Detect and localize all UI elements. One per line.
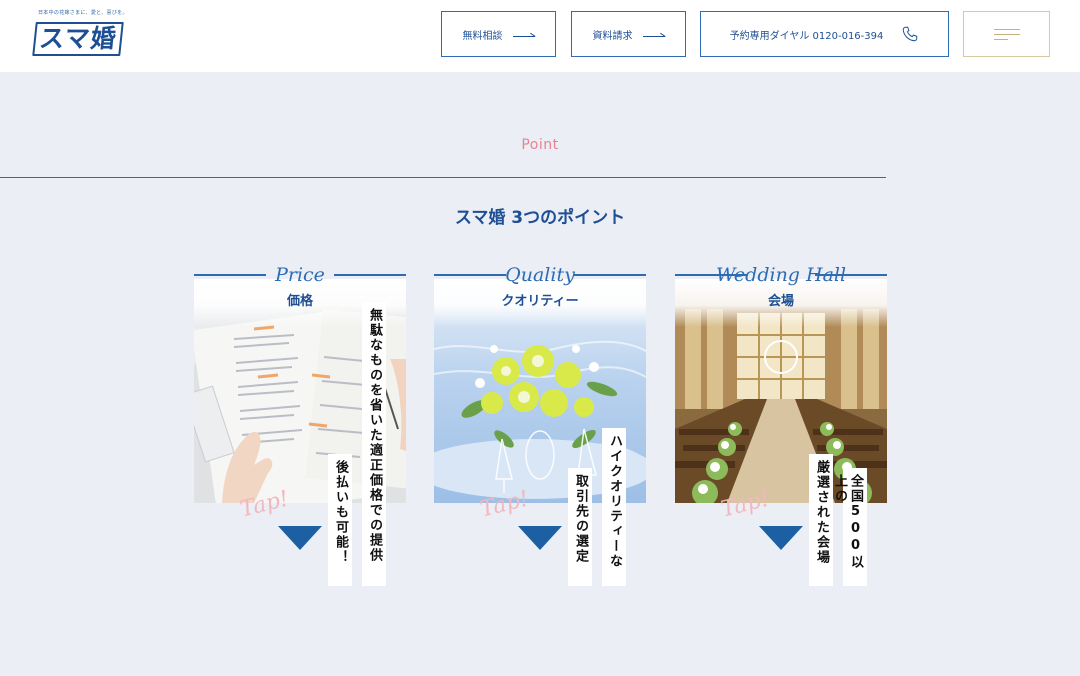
- menu-line: [993, 33, 1020, 35]
- card-heading: Wedding Hall 会場: [675, 262, 887, 314]
- card-text-secondary: 後払いも可能！: [328, 454, 352, 586]
- phone-icon: [903, 26, 918, 42]
- hamburger-menu-button[interactable]: [963, 11, 1050, 57]
- logo-tagline: 日本中の花嫁さまに、愛と、喜びを。: [38, 10, 128, 16]
- logo-wordmark: スマ婚: [32, 22, 124, 56]
- card-script-title: Wedding Hall: [715, 264, 847, 286]
- card-text-primary: 無駄なものを省いた適正価格での提供: [362, 302, 386, 586]
- right-arrow-icon: [512, 31, 535, 37]
- down-triangle-icon[interactable]: [278, 526, 322, 550]
- card-title: クオリティー: [501, 294, 579, 309]
- card-heading: Quality クオリティー: [434, 262, 646, 314]
- card-title: 会場: [767, 294, 794, 309]
- down-triangle-icon[interactable]: [759, 526, 803, 550]
- site-header: 日本中の花嫁さまに、愛と、喜びを。 スマ婚 無料相談 資料請求 予約専用ダイヤル…: [0, 0, 1080, 72]
- section-title: スマ婚 3つのポイント: [454, 208, 626, 228]
- point-card-quality[interactable]: Quality クオリティー ハイクオリティーな 取引先の選定 Tap!: [434, 262, 646, 602]
- free-consultation-label: 無料相談: [462, 30, 503, 42]
- section-divider: [0, 177, 886, 178]
- request-documents-button[interactable]: 資料請求: [571, 11, 686, 57]
- right-arrow-icon: [642, 31, 665, 37]
- reservation-phone-label: 予約専用ダイヤル 0120-016-394: [729, 30, 884, 42]
- site-logo[interactable]: 日本中の花嫁さまに、愛と、喜びを。 スマ婚: [32, 9, 132, 59]
- section-label: Point: [521, 137, 559, 153]
- card-script-title: Quality: [505, 264, 575, 286]
- free-consultation-button[interactable]: 無料相談: [441, 11, 556, 57]
- menu-line: [993, 38, 1008, 40]
- point-card-price[interactable]: Price 価格 無駄なものを省いた適正価格での提供 後払いも可能！ Tap!: [194, 262, 406, 602]
- menu-line: [993, 28, 1020, 30]
- card-text-primary: 全国500以上の: [832, 468, 867, 586]
- card-text-secondary: 取引先の選定: [568, 468, 592, 586]
- request-documents-label: 資料請求: [592, 30, 633, 42]
- card-script-title: Price: [275, 264, 325, 286]
- point-card-wedding-hall[interactable]: Wedding Hall 会場 全国500以上の 厳選された会場 Tap!: [675, 262, 887, 602]
- down-triangle-icon[interactable]: [518, 526, 562, 550]
- card-text-secondary: 厳選された会場: [809, 454, 833, 586]
- card-text-primary: ハイクオリティーな: [602, 428, 626, 586]
- reservation-phone-button[interactable]: 予約専用ダイヤル 0120-016-394: [700, 11, 949, 57]
